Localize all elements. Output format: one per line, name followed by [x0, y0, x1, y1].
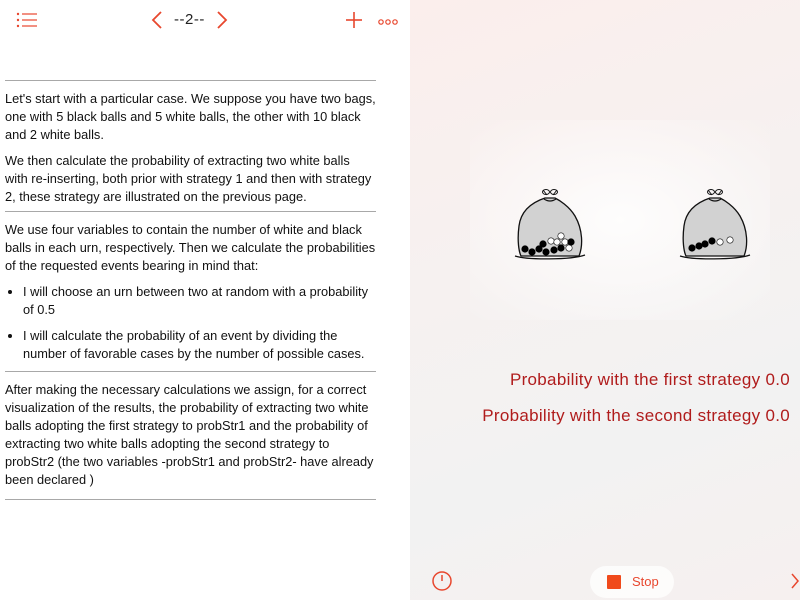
divider [5, 211, 376, 212]
divider [5, 371, 376, 372]
paragraph: After making the necessary calculations … [5, 382, 374, 487]
bag-illustration-1 [513, 186, 587, 267]
first-strategy-result: Probability with the first strategy 0.0 [509, 370, 790, 389]
top-toolbar: --2-- [0, 0, 410, 44]
editor-pane: --2-- Let's start with a particular case… [0, 0, 410, 600]
plus-icon[interactable] [344, 10, 364, 35]
bullet-list: I will choose an urn between two at rand… [5, 283, 376, 363]
list-item: I will calculate the probability of an e… [5, 327, 376, 363]
stop-label: Stop [632, 574, 659, 589]
chevron-right-edge-icon[interactable] [790, 570, 800, 597]
chevron-left-icon[interactable] [151, 10, 163, 35]
stop-button[interactable]: Stop [590, 566, 674, 598]
list-icon[interactable] [16, 11, 38, 34]
divider [5, 499, 376, 500]
divider [5, 80, 376, 81]
list-item: I will choose an urn between two at rand… [5, 283, 376, 319]
more-icon[interactable] [378, 14, 398, 32]
speedometer-icon[interactable] [431, 570, 453, 597]
chevron-right-icon[interactable] [216, 10, 228, 35]
document-content[interactable]: Let's start with a particular case. We s… [5, 80, 376, 500]
bag-illustration-2 [678, 186, 752, 267]
paragraph: We then calculate the probability of ext… [5, 153, 372, 204]
paragraph: Let's start with a particular case. We s… [5, 91, 376, 142]
output-pane: Probability with the first strategy 0.0 … [410, 0, 800, 600]
second-strategy-result: Probability with the second strategy 0.0 [482, 406, 790, 425]
stop-icon [607, 575, 621, 589]
page-indicator: --2-- [174, 11, 205, 28]
paragraph: We use four variables to contain the num… [5, 222, 376, 273]
